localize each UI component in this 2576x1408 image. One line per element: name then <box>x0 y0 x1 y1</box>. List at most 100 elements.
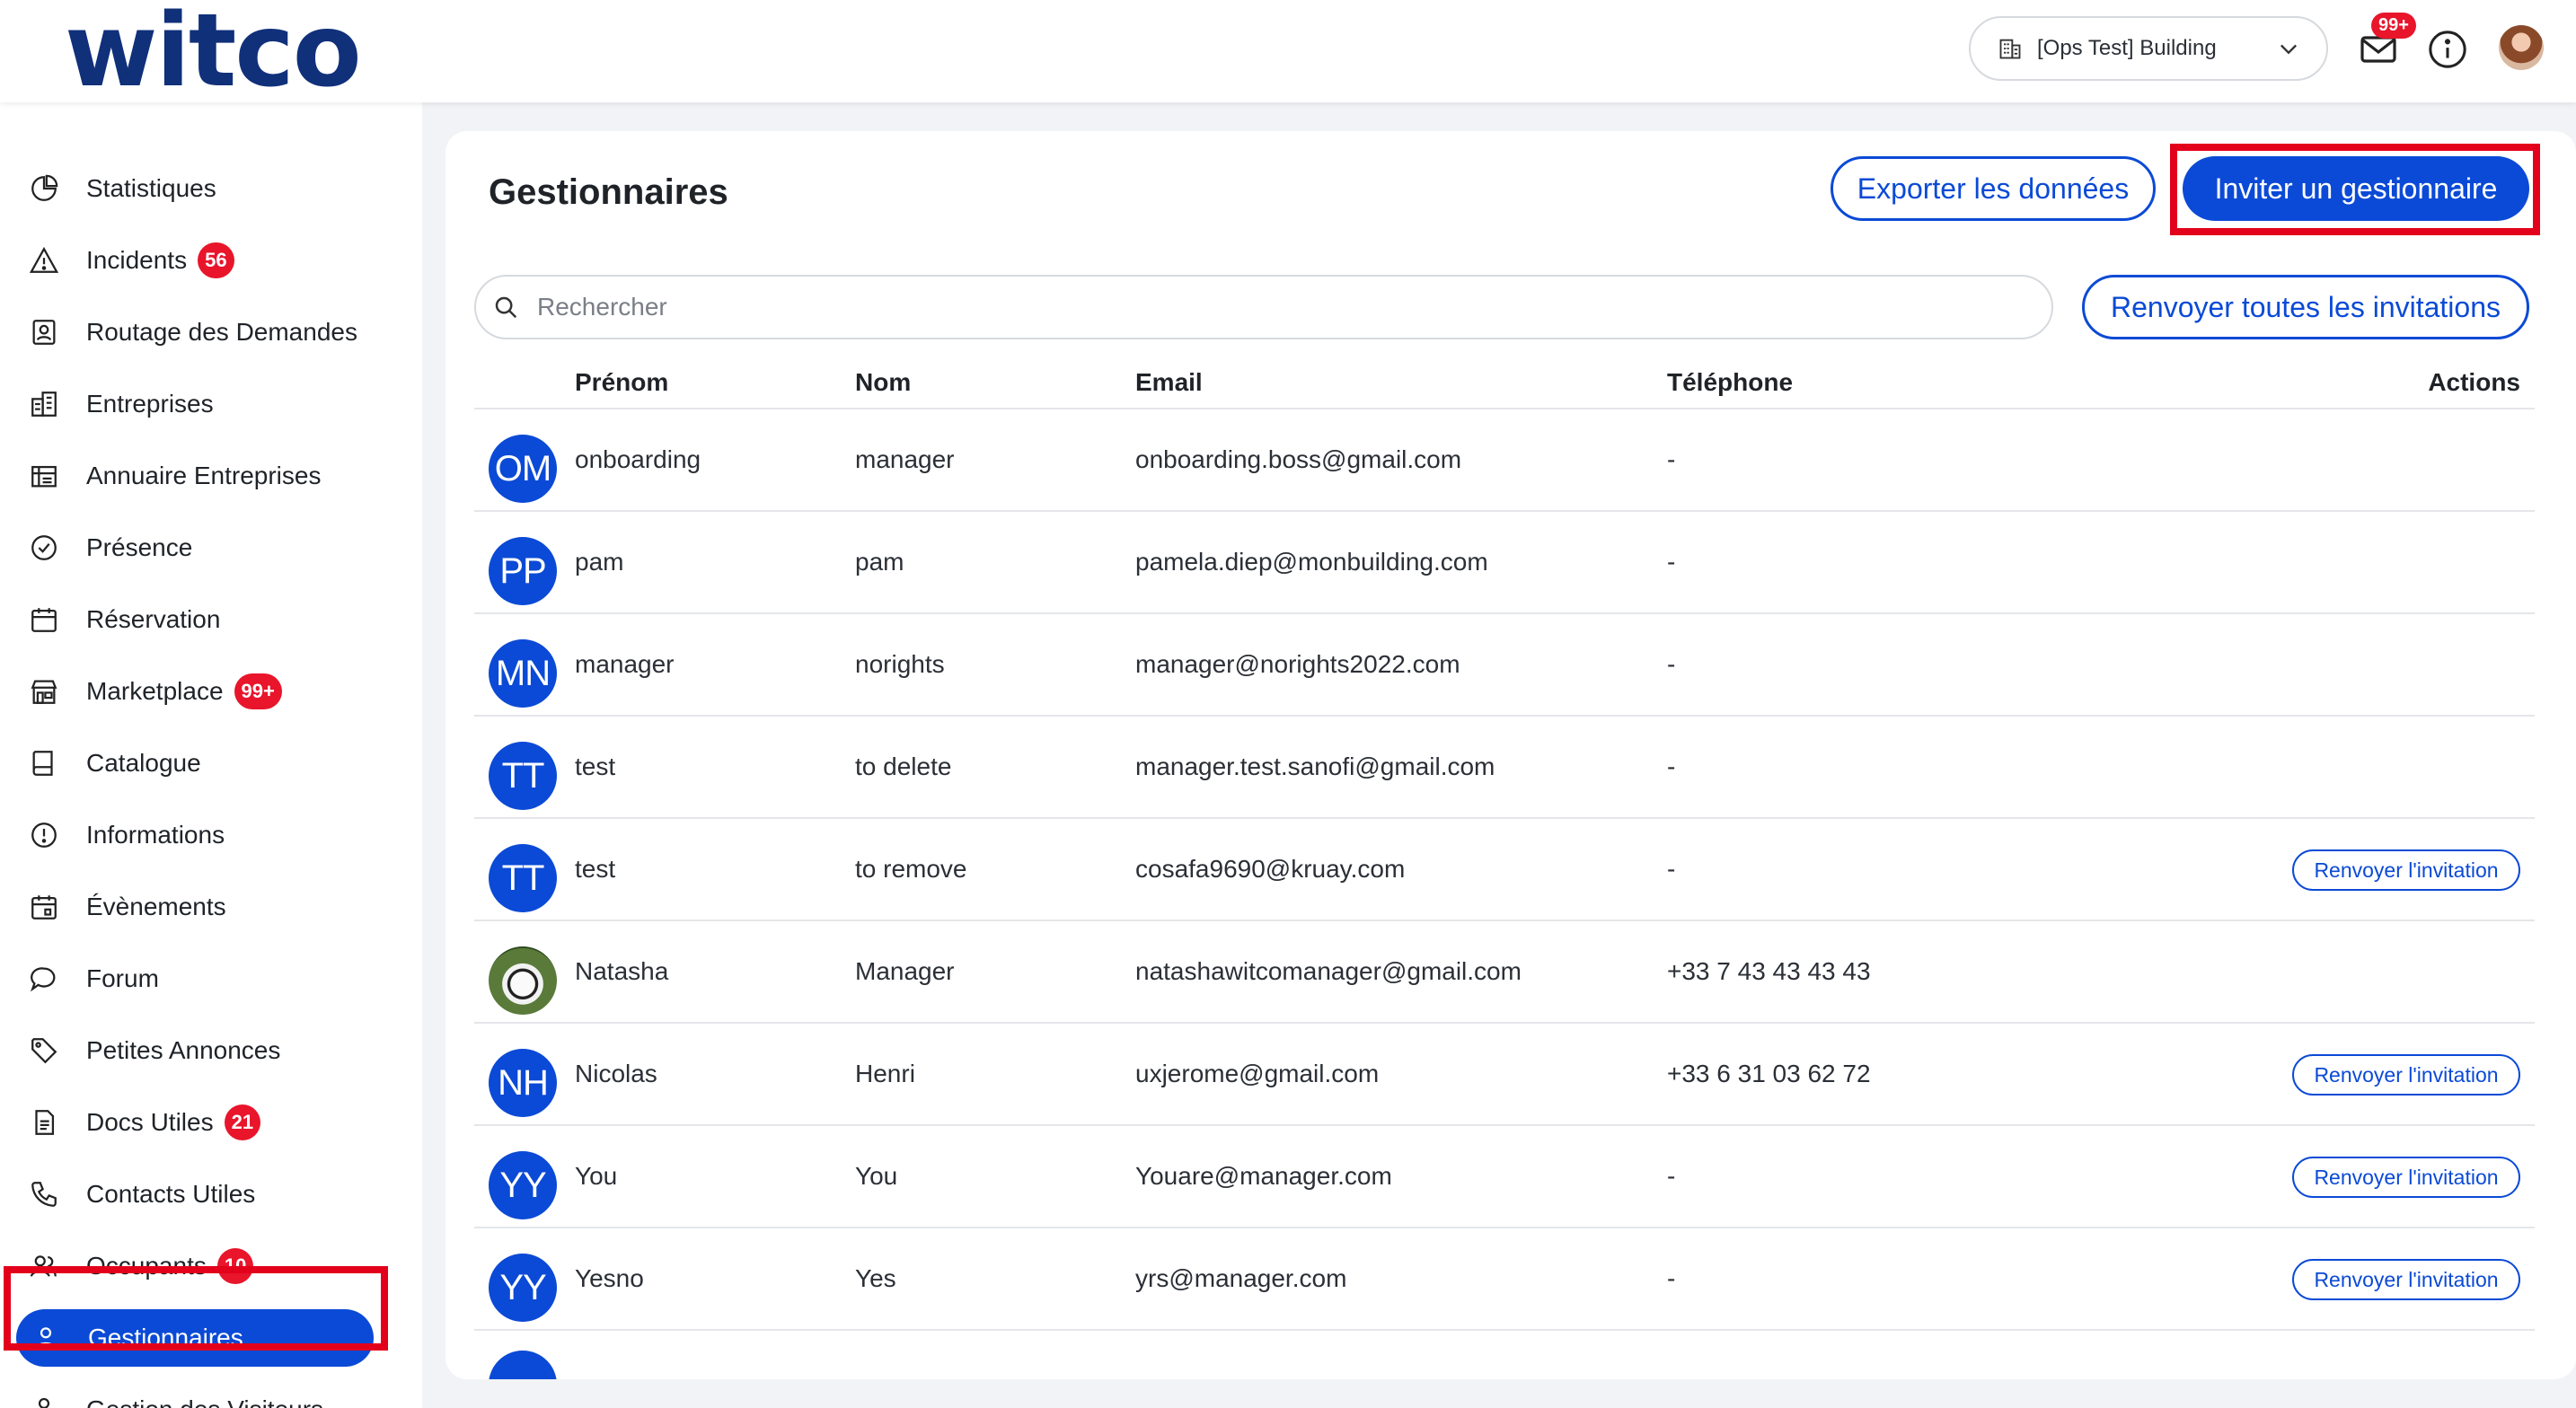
phone-cell: - <box>1667 752 1676 780</box>
incidents-badge: 56 <box>198 242 234 278</box>
table-row[interactable]: YY Yesno Yes yrs@manager.com - Renvoyer … <box>474 1228 2535 1331</box>
search-bar <box>474 275 2053 339</box>
table-row[interactable]: PP pam pam pamela.diep@monbuilding.com - <box>474 512 2535 614</box>
last-name-cell: to remove <box>855 855 967 883</box>
resend-all-invitations-button[interactable]: Renvoyer toutes les invitations <box>2082 275 2529 339</box>
top-bar: witco [Ops Test] Building 99+ <box>0 0 2576 110</box>
sidebar-item-contacts-utiles[interactable]: Contacts Utiles <box>14 1166 374 1223</box>
table-row[interactable]: YY You You Youare@manager.com - Renvoyer… <box>474 1126 2535 1228</box>
sidebar-item-petites-annonces[interactable]: Petites Annonces <box>14 1022 374 1079</box>
first-name-cell: You <box>575 1162 618 1190</box>
page-title: Gestionnaires <box>489 172 728 212</box>
sidebar-item-entreprises[interactable]: Entreprises <box>14 375 374 433</box>
last-name-cell: Manager <box>855 957 955 985</box>
sidebar-item-annuaire[interactable]: Annuaire Entreprises <box>14 447 374 505</box>
sidebar-item-gestion-visiteurs[interactable]: Gestion des Visiteurs <box>14 1381 374 1408</box>
email-cell: yrs@manager.com <box>1135 1264 1347 1292</box>
highlight-invite-button <box>2170 144 2540 235</box>
sidebar-item-label: Routage des Demandes <box>86 318 357 346</box>
table-row[interactable]: TT test to remove cosafa9690@kruay.com -… <box>474 819 2535 921</box>
sidebar-item-reservation[interactable]: Réservation <box>14 591 374 648</box>
sidebar-item-informations[interactable]: Informations <box>14 806 374 864</box>
sidebar-item-label: Entreprises <box>86 390 214 418</box>
email-cell: uxjerome@gmail.com <box>1135 1060 1380 1087</box>
sidebar-item-label: Contacts Utiles <box>86 1180 256 1208</box>
column-header-first-name[interactable]: Prénom <box>575 368 668 397</box>
first-name-cell: Nicolas <box>575 1060 657 1087</box>
initials-avatar: NH <box>489 1049 557 1117</box>
building-selector[interactable]: [Ops Test] Building <box>1969 16 2328 81</box>
sidebar-item-label: Évènements <box>86 893 226 920</box>
store-icon <box>31 680 57 704</box>
sidebar-item-presence[interactable]: Présence <box>14 519 374 576</box>
resend-invitation-button[interactable]: Renvoyer l'invitation <box>2292 849 2520 891</box>
sidebar-item-forum[interactable]: Forum <box>14 950 374 1008</box>
phone-cell: +33 7 43 43 43 43 <box>1667 957 1871 985</box>
last-name-cell: pam <box>855 548 904 576</box>
table-row[interactable]: Natasha Manager natashawitcomanager@gmai… <box>474 921 2535 1024</box>
sidebar-item-routage[interactable]: Routage des Demandes <box>14 304 374 361</box>
last-name-cell: You <box>855 1162 898 1190</box>
table-row[interactable]: TT test to delete manager.test.sanofi@gm… <box>474 717 2535 819</box>
email-cell: natashawitcomanager@gmail.com <box>1135 957 1522 985</box>
sidebar-item-label: Présence <box>86 533 193 561</box>
table-row[interactable]: OM onboarding manager onboarding.boss@gm… <box>474 409 2535 512</box>
info-icon <box>31 823 57 848</box>
main-card: Gestionnaires Exporter les données Invit… <box>446 131 2576 1379</box>
event-calendar-icon <box>31 895 57 920</box>
chat-bubble-icon <box>31 967 56 992</box>
user-avatar[interactable] <box>2499 25 2544 70</box>
column-header-actions: Actions <box>2428 368 2520 396</box>
info-icon[interactable] <box>2427 29 2468 70</box>
first-name-cell: manager <box>575 650 675 678</box>
phone-cell: - <box>1667 1264 1676 1292</box>
email-cell: cosafa9690@kruay.com <box>1135 855 1406 883</box>
photo-avatar <box>489 946 557 1015</box>
check-circle-icon <box>31 535 57 560</box>
sidebar-item-label: Réservation <box>86 605 221 633</box>
last-name-cell: Henri <box>855 1060 915 1087</box>
first-name-cell: onboarding <box>575 445 701 473</box>
resend-invitation-button[interactable]: Renvoyer l'invitation <box>2292 1054 2520 1096</box>
docs-badge: 21 <box>224 1104 261 1140</box>
calendar-icon <box>31 608 57 632</box>
sidebar-item-marketplace[interactable]: Marketplace 99+ <box>14 663 374 720</box>
sidebar-item-evenements[interactable]: Évènements <box>14 878 374 936</box>
witco-logo[interactable]: witco <box>65 0 362 110</box>
partial-avatar <box>489 1351 557 1379</box>
search-input[interactable] <box>537 293 1974 321</box>
column-header-phone[interactable]: Téléphone <box>1667 368 1793 397</box>
export-data-button[interactable]: Exporter les données <box>1831 156 2156 221</box>
table-row[interactable]: NH Nicolas Henri uxjerome@gmail.com +33 … <box>474 1024 2535 1126</box>
table-header: Prénom Nom Email Téléphone Actions <box>474 359 2535 409</box>
visitor-icon <box>38 1397 50 1408</box>
phone-cell: - <box>1667 445 1676 473</box>
warning-icon <box>29 246 59 273</box>
phone-cell: - <box>1667 548 1676 576</box>
last-name-cell: norights <box>855 650 945 678</box>
column-header-email[interactable]: Email <box>1135 368 1203 397</box>
building-icon <box>1999 39 2021 59</box>
initials-avatar: TT <box>489 844 557 912</box>
table-row[interactable]: MN manager norights manager@norights2022… <box>474 614 2535 717</box>
sidebar-item-catalogue[interactable]: Catalogue <box>14 735 374 792</box>
sidebar-item-statistiques[interactable]: Statistiques <box>14 160 374 217</box>
search-icon <box>495 296 517 319</box>
phone-cell: - <box>1667 855 1676 883</box>
last-name-cell: manager <box>855 445 955 473</box>
sidebar-item-label: Docs Utiles <box>86 1108 214 1136</box>
last-name-cell: Yes <box>855 1264 896 1292</box>
initials-avatar: MN <box>489 639 557 708</box>
sidebar-item-label: Marketplace <box>86 677 224 705</box>
email-cell: Youare@manager.com <box>1135 1162 1392 1190</box>
column-header-last-name[interactable]: Nom <box>855 368 911 397</box>
email-cell: manager.test.sanofi@gmail.com <box>1135 752 1495 780</box>
first-name-cell: pam <box>575 548 624 576</box>
directory-icon <box>31 465 57 488</box>
resend-invitation-button[interactable]: Renvoyer l'invitation <box>2292 1259 2520 1300</box>
resend-invitation-button[interactable]: Renvoyer l'invitation <box>2292 1157 2520 1198</box>
sidebar-item-docs-utiles[interactable]: Docs Utiles 21 <box>14 1094 374 1151</box>
sidebar-item-incidents[interactable]: Incidents 56 <box>14 232 374 289</box>
contact-card-icon <box>32 320 56 345</box>
book-icon <box>32 751 53 776</box>
